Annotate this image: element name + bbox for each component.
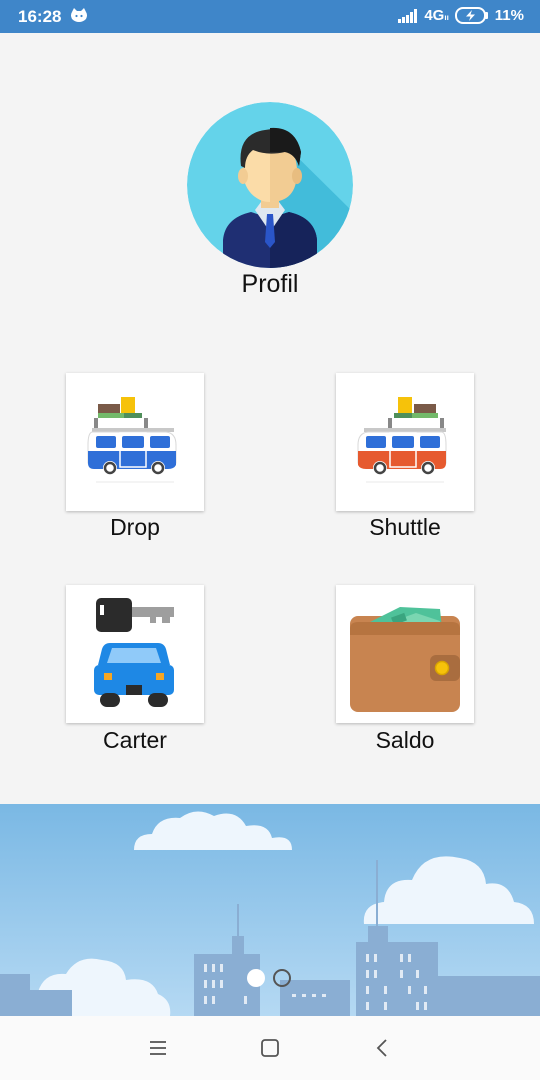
wallet-icon	[350, 607, 460, 712]
banner-carousel[interactable]	[0, 804, 540, 1016]
profile-avatar[interactable]	[187, 102, 353, 268]
orange-van-luggage-icon	[357, 397, 447, 483]
status-bar: 16:28 4Gıı 11%	[0, 0, 540, 33]
network-type: 4Gıı	[424, 7, 449, 24]
menu-icon[interactable]	[146, 1036, 170, 1060]
back-icon[interactable]	[371, 1036, 395, 1060]
status-time: 16:28	[18, 7, 62, 26]
signal-icon	[398, 8, 418, 23]
car-key-icon	[94, 598, 174, 707]
carousel-dot-1[interactable]	[247, 969, 265, 987]
main-content: Profil Drop Shuttle Carter Saldo	[0, 33, 540, 804]
drop-tile[interactable]	[66, 373, 204, 511]
businessman-avatar-icon	[187, 102, 353, 268]
battery-charging-icon	[454, 7, 488, 24]
saldo-tile[interactable]	[336, 585, 474, 723]
home-icon[interactable]	[258, 1036, 282, 1060]
saldo-label: Saldo	[375, 727, 435, 753]
city-skyline-illustration	[0, 804, 540, 1016]
status-right: 4Gıı 11%	[398, 7, 524, 24]
carter-label: Carter	[103, 727, 167, 753]
cat-notification-icon	[71, 8, 87, 22]
blue-van-luggage-icon	[87, 397, 177, 483]
battery-percent: 11%	[494, 7, 524, 24]
shuttle-label: Shuttle	[369, 514, 441, 540]
carter-tile[interactable]	[66, 585, 204, 723]
carousel-dot-2[interactable]	[273, 969, 291, 987]
drop-label: Drop	[110, 514, 160, 540]
profile-label: Profil	[241, 270, 299, 298]
system-nav-bar	[0, 1016, 540, 1080]
network-sub: ıı	[444, 13, 449, 22]
shuttle-tile[interactable]	[336, 373, 474, 511]
